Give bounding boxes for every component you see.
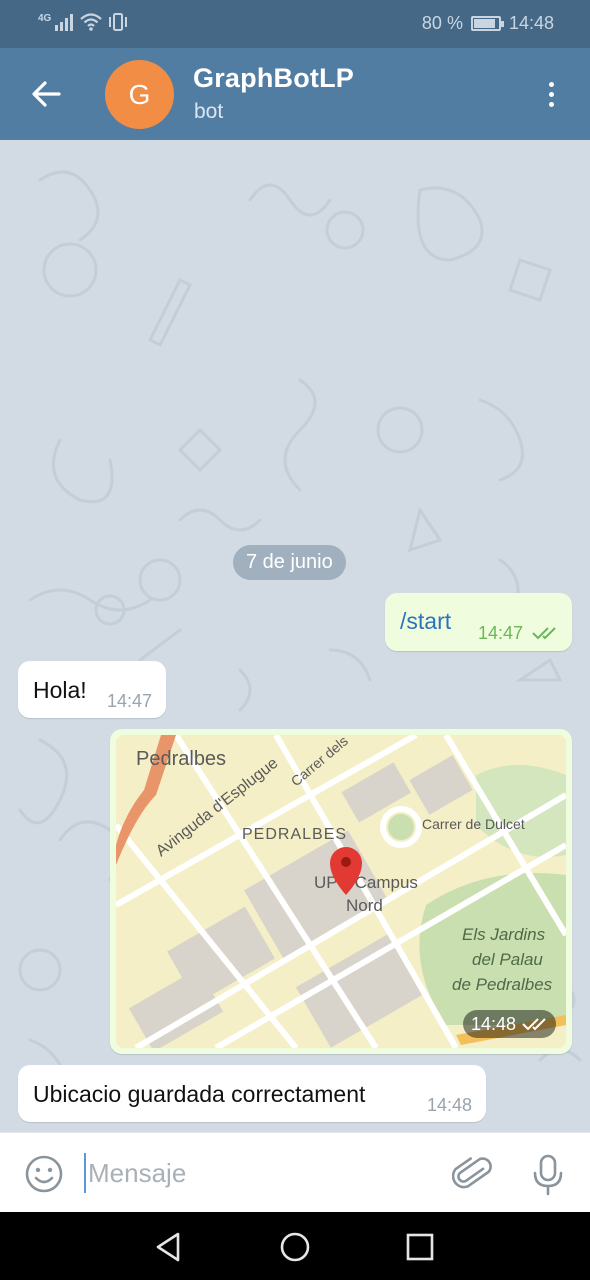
map-label: Els Jardins (462, 925, 546, 944)
message-time: 14:48 (470, 1013, 516, 1034)
nav-home-icon[interactable] (278, 1230, 312, 1264)
map-timestamp: 14:48 (462, 1010, 556, 1038)
message-text[interactable]: Ubicacio guardada correctament (33, 1081, 365, 1108)
nav-recents-icon[interactable] (403, 1230, 437, 1264)
emoji-button[interactable] (24, 1154, 64, 1194)
date-separator: 7 de junio (233, 545, 346, 580)
more-vertical-icon (548, 81, 554, 87)
attach-button[interactable] (451, 1153, 492, 1195)
avatar-letter: G (128, 78, 151, 110)
double-check-icon (532, 627, 556, 640)
map-label: Pedralbes (136, 748, 226, 770)
vibrate-icon (109, 13, 128, 31)
wifi-icon (80, 13, 103, 31)
chat-subtitle: bot (194, 100, 224, 123)
avatar[interactable]: G (105, 60, 174, 129)
chat-title[interactable]: GraphBotLP (193, 63, 354, 94)
voice-record-button[interactable] (530, 1153, 566, 1197)
message-outgoing[interactable]: /start 14:47 (385, 593, 572, 651)
map-label: Carrer de Dulcet (422, 816, 525, 832)
status-bar: 4G 80 % 14:48 (0, 0, 590, 48)
map-image: Pedralbes Avinguda d'Esplugue Carrer del… (116, 735, 566, 1048)
location-map[interactable]: Pedralbes Avinguda d'Esplugue Carrer del… (116, 735, 566, 1048)
nav-back-icon[interactable] (152, 1230, 186, 1264)
chat-header: G GraphBotLP bot (0, 48, 590, 140)
map-label: del Palau (472, 950, 543, 969)
chat-area[interactable]: 7 de junio /start 14:47 Hola! 14:47 Pedr… (0, 140, 590, 1132)
message-text[interactable]: /start (400, 608, 451, 635)
message-input[interactable] (84, 1153, 424, 1193)
system-navigation-bar (0, 1212, 590, 1280)
message-time: 14:47 (478, 623, 524, 643)
paperclip-icon (451, 1157, 492, 1189)
battery-percent: 80 % (421, 13, 463, 33)
microphone-icon (533, 1154, 563, 1196)
map-label: UPC Campus (314, 873, 418, 892)
more-menu-button[interactable] (536, 74, 566, 114)
message-time: 14:48 (427, 1095, 473, 1115)
signal-icon (55, 14, 74, 31)
message-time: 14:47 (107, 691, 153, 711)
message-location[interactable]: Pedralbes Avinguda d'Esplugue Carrer del… (110, 729, 572, 1054)
map-label: Nord (346, 896, 383, 915)
message-text[interactable]: Hola! (33, 677, 87, 704)
map-label: de Pedralbes (452, 975, 553, 994)
double-check-icon (522, 1018, 546, 1031)
message-incoming[interactable]: Hola! 14:47 (18, 661, 166, 718)
arrow-left-icon (32, 81, 61, 107)
message-incoming[interactable]: Ubicacio guardada correctament 14:48 (18, 1065, 486, 1122)
map-label: PEDRALBES (242, 826, 347, 843)
back-button[interactable] (26, 76, 66, 112)
message-composer (0, 1132, 590, 1212)
emoji-icon (25, 1155, 63, 1193)
network-type: 4G (38, 12, 52, 24)
status-time: 14:48 (508, 13, 554, 33)
battery-icon (470, 16, 504, 31)
